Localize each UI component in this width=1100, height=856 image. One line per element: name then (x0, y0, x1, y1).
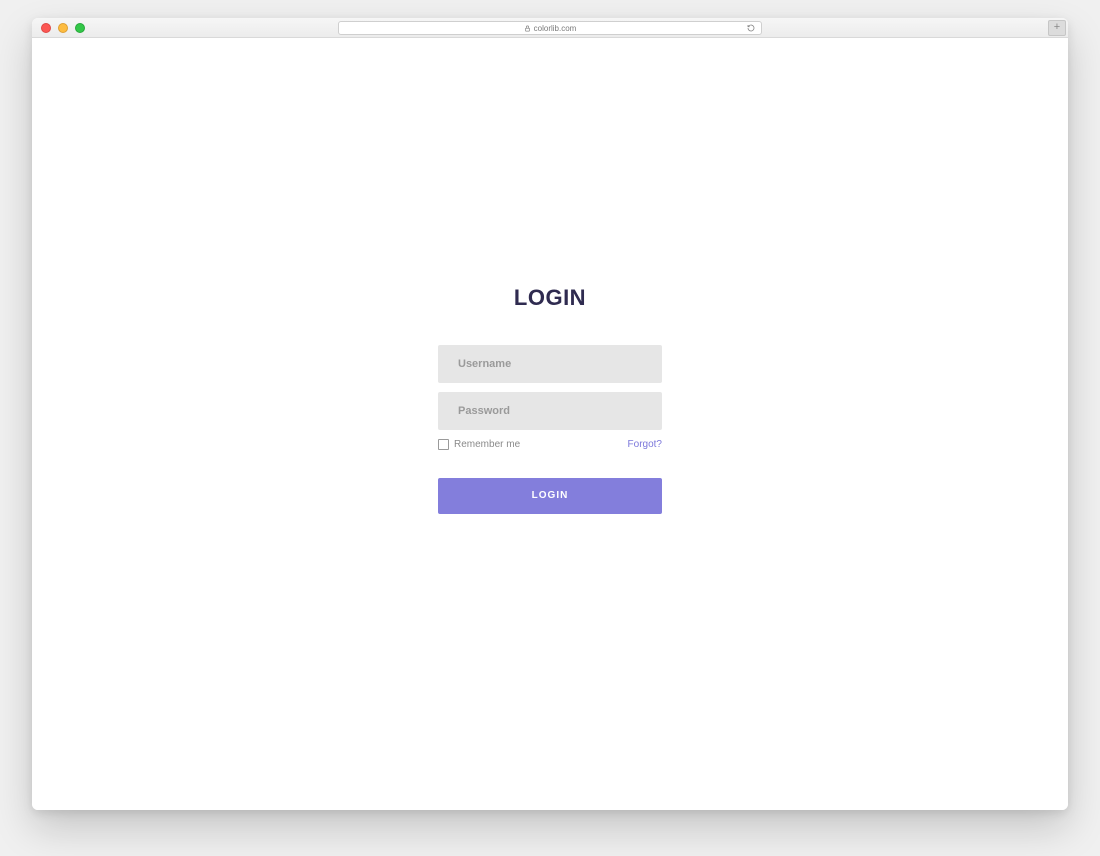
window-controls (32, 23, 85, 33)
lock-icon (524, 25, 531, 32)
plus-icon: + (1054, 22, 1060, 33)
forgot-password-link[interactable]: Forgot? (628, 439, 662, 450)
remember-me-label: Remember me (454, 439, 520, 450)
checkbox-icon (438, 439, 449, 450)
reload-icon[interactable] (747, 24, 755, 32)
close-window-button[interactable] (41, 23, 51, 33)
username-input[interactable] (438, 345, 662, 383)
login-title: LOGIN (438, 285, 662, 311)
form-options-row: Remember me Forgot? (438, 439, 662, 450)
page-content: LOGIN Remember me Forgot? LOGIN (32, 38, 1068, 810)
remember-me-checkbox[interactable]: Remember me (438, 439, 520, 450)
minimize-window-button[interactable] (58, 23, 68, 33)
address-bar[interactable]: colorlib.com (338, 21, 762, 35)
login-submit-button[interactable]: LOGIN (438, 478, 662, 514)
browser-window: colorlib.com + LOGIN (32, 18, 1068, 810)
address-bar-url: colorlib.com (534, 24, 577, 33)
browser-titlebar: colorlib.com + (32, 18, 1068, 38)
password-input[interactable] (438, 392, 662, 430)
new-tab-button[interactable]: + (1048, 20, 1066, 36)
login-form: LOGIN Remember me Forgot? LOGIN (438, 285, 662, 514)
fullscreen-window-button[interactable] (75, 23, 85, 33)
